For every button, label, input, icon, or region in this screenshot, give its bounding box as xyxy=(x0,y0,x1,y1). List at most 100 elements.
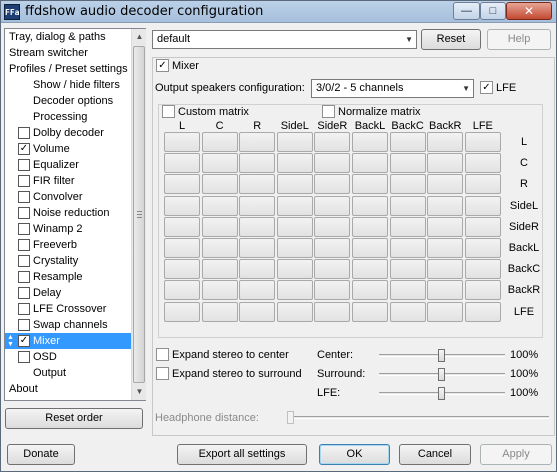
slider-thumb[interactable] xyxy=(438,387,445,400)
minimize-button[interactable]: — xyxy=(453,2,480,20)
matrix-cell[interactable] xyxy=(201,280,238,301)
matrix-cell[interactable] xyxy=(164,280,200,301)
matrix-cell[interactable] xyxy=(427,238,464,258)
tree-item-checkbox[interactable] xyxy=(18,159,30,171)
tree-item-checkbox[interactable] xyxy=(18,319,30,331)
matrix-cell[interactable] xyxy=(389,195,426,216)
matrix-cell[interactable] xyxy=(427,174,464,195)
headphone-distance-track[interactable] xyxy=(287,416,549,419)
lfe-checkbox[interactable]: ✓ xyxy=(480,81,493,94)
matrix-cell[interactable] xyxy=(239,195,276,216)
matrix-cell[interactable] xyxy=(164,238,200,258)
matrix-cell[interactable] xyxy=(276,280,313,301)
tree-item[interactable]: Convolver xyxy=(5,189,131,205)
scroll-down-arrow-icon[interactable]: ▼ xyxy=(132,384,147,400)
reset-order-button[interactable]: Reset order xyxy=(5,408,143,429)
matrix-cell[interactable] xyxy=(464,153,501,174)
matrix-cell[interactable] xyxy=(389,259,426,280)
matrix-cell[interactable] xyxy=(352,216,388,237)
matrix-cell[interactable] xyxy=(239,174,276,195)
matrix-cell[interactable] xyxy=(239,132,276,152)
normalize-matrix-checkbox[interactable] xyxy=(322,105,335,118)
matrix-cell[interactable] xyxy=(239,301,276,322)
tree-item-checkbox[interactable] xyxy=(18,175,30,187)
matrix-cell[interactable] xyxy=(427,132,464,152)
matrix-cell[interactable] xyxy=(201,301,238,322)
matrix-cell[interactable] xyxy=(276,195,313,216)
matrix-cell[interactable] xyxy=(239,280,276,301)
tree-item-checkbox[interactable] xyxy=(18,271,30,283)
headphone-distance-thumb[interactable] xyxy=(287,411,294,424)
matrix-cell[interactable] xyxy=(352,259,388,280)
expand-center-checkbox[interactable] xyxy=(156,348,169,361)
matrix-cell[interactable] xyxy=(164,174,200,195)
tree-item[interactable]: Output xyxy=(5,365,131,381)
close-button[interactable]: ✕ xyxy=(506,2,552,20)
slider-thumb[interactable] xyxy=(438,368,445,381)
tree-item[interactable]: Equalizer xyxy=(5,157,131,173)
matrix-cell[interactable] xyxy=(239,216,276,237)
help-button[interactable]: Help xyxy=(487,29,551,50)
tree-item-checkbox[interactable]: ✓ xyxy=(18,335,30,347)
donate-button[interactable]: Donate xyxy=(7,444,75,465)
matrix-cell[interactable] xyxy=(201,195,238,216)
matrix-cell[interactable] xyxy=(201,174,238,195)
matrix-cell[interactable] xyxy=(276,259,313,280)
tree-item[interactable]: Processing xyxy=(5,109,131,125)
matrix-cell[interactable] xyxy=(352,174,388,195)
matrix-cell[interactable] xyxy=(389,238,426,258)
matrix-cell[interactable] xyxy=(314,301,351,322)
tree-item-checkbox[interactable] xyxy=(18,207,30,219)
matrix-cell[interactable] xyxy=(427,216,464,237)
tree-item-checkbox[interactable]: ✓ xyxy=(18,143,30,155)
matrix-cell[interactable] xyxy=(314,259,351,280)
filter-tree[interactable]: Tray, dialog & paths Stream switcher Profi… xyxy=(4,28,146,401)
tree-item-checkbox[interactable] xyxy=(18,223,30,235)
tree-item-checkbox[interactable] xyxy=(18,127,30,139)
matrix-cell[interactable] xyxy=(276,153,313,174)
matrix-cell[interactable] xyxy=(276,216,313,237)
matrix-cell[interactable] xyxy=(314,132,351,152)
tree-item[interactable]: Dolby decoder xyxy=(5,125,131,141)
matrix-cell[interactable] xyxy=(276,174,313,195)
output-config-combo[interactable]: 3/0/2 - 5 channels ▼ xyxy=(311,79,474,98)
matrix-cell[interactable] xyxy=(389,216,426,237)
matrix-cell[interactable] xyxy=(352,153,388,174)
matrix-cell[interactable] xyxy=(164,301,200,322)
tree-item[interactable]: Decoder options xyxy=(5,93,131,109)
matrix-cell[interactable] xyxy=(389,280,426,301)
tree-item[interactable]: Stream switcher xyxy=(5,45,131,61)
matrix-cell[interactable] xyxy=(464,280,501,301)
matrix-cell[interactable] xyxy=(201,238,238,258)
matrix-cell[interactable] xyxy=(427,259,464,280)
tree-item[interactable]: ✓ Volume xyxy=(5,141,131,157)
tree-item[interactable]: Winamp 2 xyxy=(5,221,131,237)
matrix-cell[interactable] xyxy=(201,132,238,152)
tree-item[interactable]: LFE Crossover xyxy=(5,301,131,317)
tree-item-checkbox[interactable] xyxy=(18,191,30,203)
matrix-cell[interactable] xyxy=(427,195,464,216)
matrix-cell[interactable] xyxy=(239,238,276,258)
matrix-cell[interactable] xyxy=(314,280,351,301)
matrix-cell[interactable] xyxy=(352,132,388,152)
apply-button[interactable]: Apply xyxy=(480,444,552,465)
reset-button[interactable]: Reset xyxy=(421,29,481,50)
tree-item[interactable]: Delay xyxy=(5,285,131,301)
matrix-cell[interactable] xyxy=(276,132,313,152)
matrix-cell[interactable] xyxy=(201,216,238,237)
tree-item-checkbox[interactable] xyxy=(18,255,30,267)
matrix-cell[interactable] xyxy=(239,259,276,280)
matrix-cell[interactable] xyxy=(352,238,388,258)
matrix-cell[interactable] xyxy=(352,195,388,216)
tree-item-checkbox[interactable] xyxy=(18,239,30,251)
tree-item[interactable]: FIR filter xyxy=(5,173,131,189)
scroll-thumb[interactable] xyxy=(133,46,145,383)
ok-button[interactable]: OK xyxy=(319,444,390,465)
matrix-cell[interactable] xyxy=(164,195,200,216)
matrix-cell[interactable] xyxy=(427,301,464,322)
matrix-cell[interactable] xyxy=(314,216,351,237)
matrix-cell[interactable] xyxy=(389,153,426,174)
tree-item[interactable]: Tray, dialog & paths xyxy=(5,29,131,45)
matrix-cell[interactable] xyxy=(352,280,388,301)
tree-item[interactable]: ▲ ▼ ✓ Mixer xyxy=(5,333,131,349)
